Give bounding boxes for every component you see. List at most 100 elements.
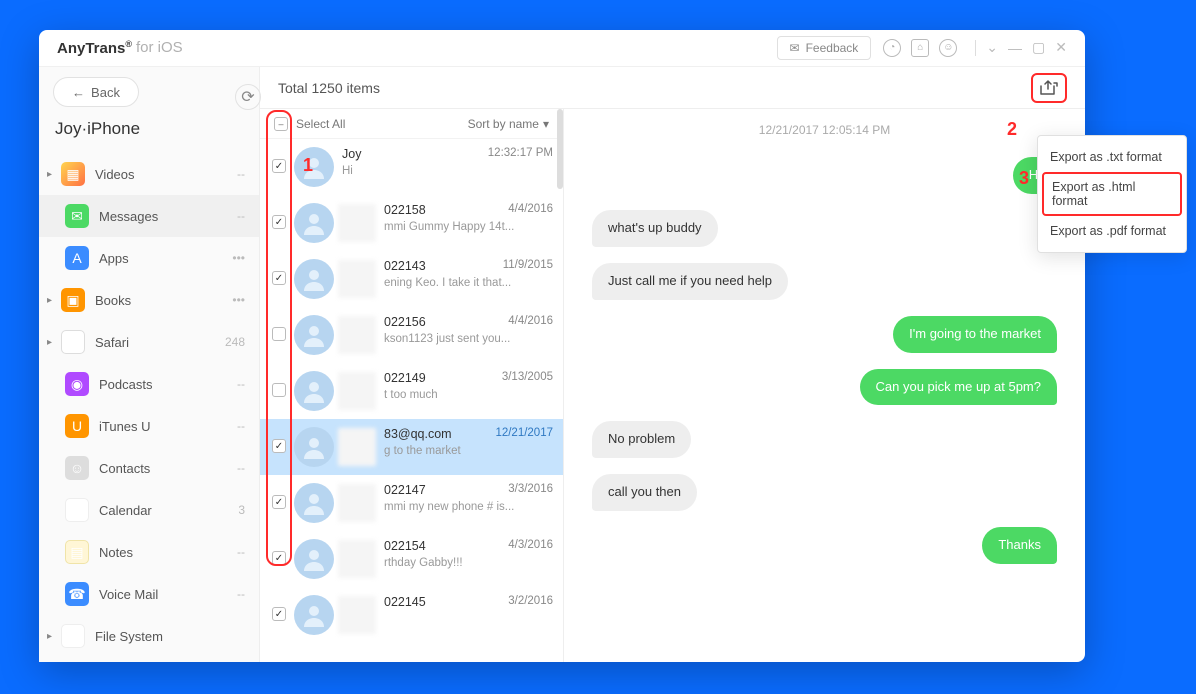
titlebar: AnyTrans® for iOS ✉ Feedback ◔ ⌂ ☺ ⌄ — ▢… <box>39 30 1085 66</box>
sidebar-item-notes[interactable]: ▤ Notes -- <box>39 531 259 573</box>
blurred-name <box>338 428 376 466</box>
message-row: what's up buddy <box>592 210 1057 247</box>
chat-pane: 12/21/2017 12:05:14 PM Hiwhat's up buddy… <box>564 109 1085 662</box>
message-row: I'm going to the market <box>592 316 1057 353</box>
thread-date: 3/3/2016 <box>508 483 553 497</box>
message-row: Can you pick me up at 5pm? <box>592 369 1057 406</box>
thread-checkbox[interactable] <box>272 607 286 621</box>
sidebar-item-calendar[interactable]: 5Calendar3 <box>39 489 259 531</box>
total-items-label: Total 1250 items <box>278 80 380 96</box>
sidebar-item-label: Safari <box>95 335 129 350</box>
close-icon[interactable]: ✕ <box>1055 39 1067 56</box>
sidebar-item-podcasts[interactable]: ◉Podcasts-- <box>39 363 259 405</box>
sidebar-item-label: Videos <box>95 167 135 182</box>
thread-date: 4/3/2016 <box>508 539 553 553</box>
main-header: Total 1250 items <box>260 67 1085 109</box>
menu-icon[interactable]: ⌄ <box>986 39 998 56</box>
sidebar-item-badge: 3 <box>238 503 245 517</box>
sidebar-item-itunes-u[interactable]: UiTunes U-- <box>39 405 259 447</box>
export-html[interactable]: Export as .html format <box>1042 172 1182 216</box>
sidebar-item-file-system[interactable]: ▸▥File System <box>39 615 259 657</box>
thread-checkbox[interactable] <box>272 327 286 341</box>
thread-row[interactable]: 0221564/4/2016kson1123 just sent you... <box>260 307 563 363</box>
sidebar-item-label: Messages <box>99 209 158 224</box>
sidebar-item-badge: -- <box>237 545 245 559</box>
sidebar-item-label: Calendar <box>99 503 152 518</box>
sidebar-icon: ✉ <box>65 204 89 228</box>
avatar <box>294 259 334 299</box>
user-icon[interactable]: ☺ <box>939 39 957 57</box>
thread-checkbox[interactable] <box>272 215 286 229</box>
minimize-icon[interactable]: — <box>1008 40 1022 56</box>
thread-date: 11/9/2015 <box>503 259 553 273</box>
sidebar-item-apps[interactable]: AApps••• <box>39 237 259 279</box>
sidebar-item-contacts[interactable]: ☺Contacts-- <box>39 447 259 489</box>
thread-row[interactable]: 83@qq.com12/21/2017g to the market <box>260 419 563 475</box>
thread-row[interactable]: 0221584/4/2016mmi Gummy Happy 14t... <box>260 195 563 251</box>
thread-checkbox[interactable] <box>272 551 286 565</box>
sort-label: Sort by name <box>468 117 539 131</box>
thread-info: 0221544/3/2016rthday Gabby!!! <box>384 539 553 569</box>
thread-row[interactable]: 0221473/3/2016mmi my new phone # is... <box>260 475 563 531</box>
sidebar-icon: ▤ <box>65 540 89 564</box>
blurred-name <box>338 596 376 634</box>
export-pdf[interactable]: Export as .pdf format <box>1038 216 1186 246</box>
mail-icon: ✉ <box>790 41 800 55</box>
sort-dropdown[interactable]: Sort by name ▾ <box>468 117 549 131</box>
thread-info: 83@qq.com12/21/2017g to the market <box>384 427 553 457</box>
thread-checkbox[interactable] <box>272 383 286 397</box>
avatar <box>294 595 334 635</box>
blurred-name <box>338 372 376 410</box>
sidebar-item-videos[interactable]: ▸▦Videos-- <box>39 153 259 195</box>
sidebar-item-voice-mail[interactable]: ☎Voice Mail-- <box>39 573 259 615</box>
sidebar-icon: A <box>65 246 89 270</box>
thread-info: Joy12:32:17 PMHi <box>342 147 553 177</box>
sidebar-item-label: iTunes U <box>99 419 151 434</box>
thread-checkbox[interactable] <box>272 495 286 509</box>
thread-checkbox[interactable] <box>272 159 286 173</box>
sidebar-item-safari[interactable]: ▸✦Safari248 <box>39 321 259 363</box>
export-icon <box>1040 80 1058 96</box>
blurred-name <box>338 316 376 354</box>
thread-row[interactable]: 0221544/3/2016rthday Gabby!!! <box>260 531 563 587</box>
thread-date: 4/4/2016 <box>508 315 553 329</box>
caret-icon: ▸ <box>47 337 57 348</box>
annotation-3: 3 <box>1019 168 1029 189</box>
back-button[interactable]: ← Back <box>53 77 139 107</box>
thread-preview: g to the market <box>384 445 553 457</box>
thread-checkbox[interactable] <box>272 271 286 285</box>
export-txt[interactable]: Export as .txt format <box>1038 142 1186 172</box>
annotation-2: 2 <box>1007 119 1017 140</box>
theme-icon[interactable]: ⌂ <box>911 39 929 57</box>
thread-date: 3/13/2005 <box>502 371 553 385</box>
sidebar-item-messages[interactable]: ✉Messages-- <box>39 195 259 237</box>
export-button[interactable] <box>1031 73 1067 103</box>
maximize-icon[interactable]: ▢ <box>1032 39 1045 56</box>
sidebar-item-label: Notes <box>99 545 133 560</box>
thread-row[interactable]: 0221453/2/2016 <box>260 587 563 643</box>
sidebar-icon: ▥ <box>61 624 85 648</box>
avatar <box>294 315 334 355</box>
feedback-label: Feedback <box>806 41 859 55</box>
sidebar-item-label: Podcasts <box>99 377 152 392</box>
select-all-checkbox[interactable]: – <box>274 117 288 131</box>
thread-checkbox[interactable] <box>272 439 286 453</box>
sidebar-item-badge: -- <box>237 419 245 433</box>
refresh-button[interactable]: ⟳ <box>235 84 261 110</box>
sidebar-item-badge: -- <box>237 377 245 391</box>
sidebar-item-books[interactable]: ▸▣Books••• <box>39 279 259 321</box>
sidebar-icon: ✦ <box>61 330 85 354</box>
sidebar-list: ▸▦Videos-- ✉ Messages -- AApps•••▸▣Books••• ▸… <box>39 153 259 662</box>
thread-name: 022147 <box>384 483 426 497</box>
thread-row[interactable]: 0221493/13/2005t too much <box>260 363 563 419</box>
annotation-1: 1 <box>303 155 313 176</box>
app-window: AnyTrans® for iOS ✉ Feedback ◔ ⌂ ☺ ⌄ — ▢… <box>39 30 1085 662</box>
caret-icon: ▸ <box>47 631 57 642</box>
feedback-button[interactable]: ✉ Feedback <box>777 36 872 60</box>
thread-row[interactable]: 02214311/9/2015ening Keo. I take it that… <box>260 251 563 307</box>
thread-date: 4/4/2016 <box>508 203 553 217</box>
clock-icon[interactable]: ◔ <box>883 39 901 57</box>
thread-info: 0221584/4/2016mmi Gummy Happy 14t... <box>384 203 553 233</box>
caret-icon: ▸ <box>47 169 57 180</box>
thread-name: Joy <box>342 147 361 161</box>
